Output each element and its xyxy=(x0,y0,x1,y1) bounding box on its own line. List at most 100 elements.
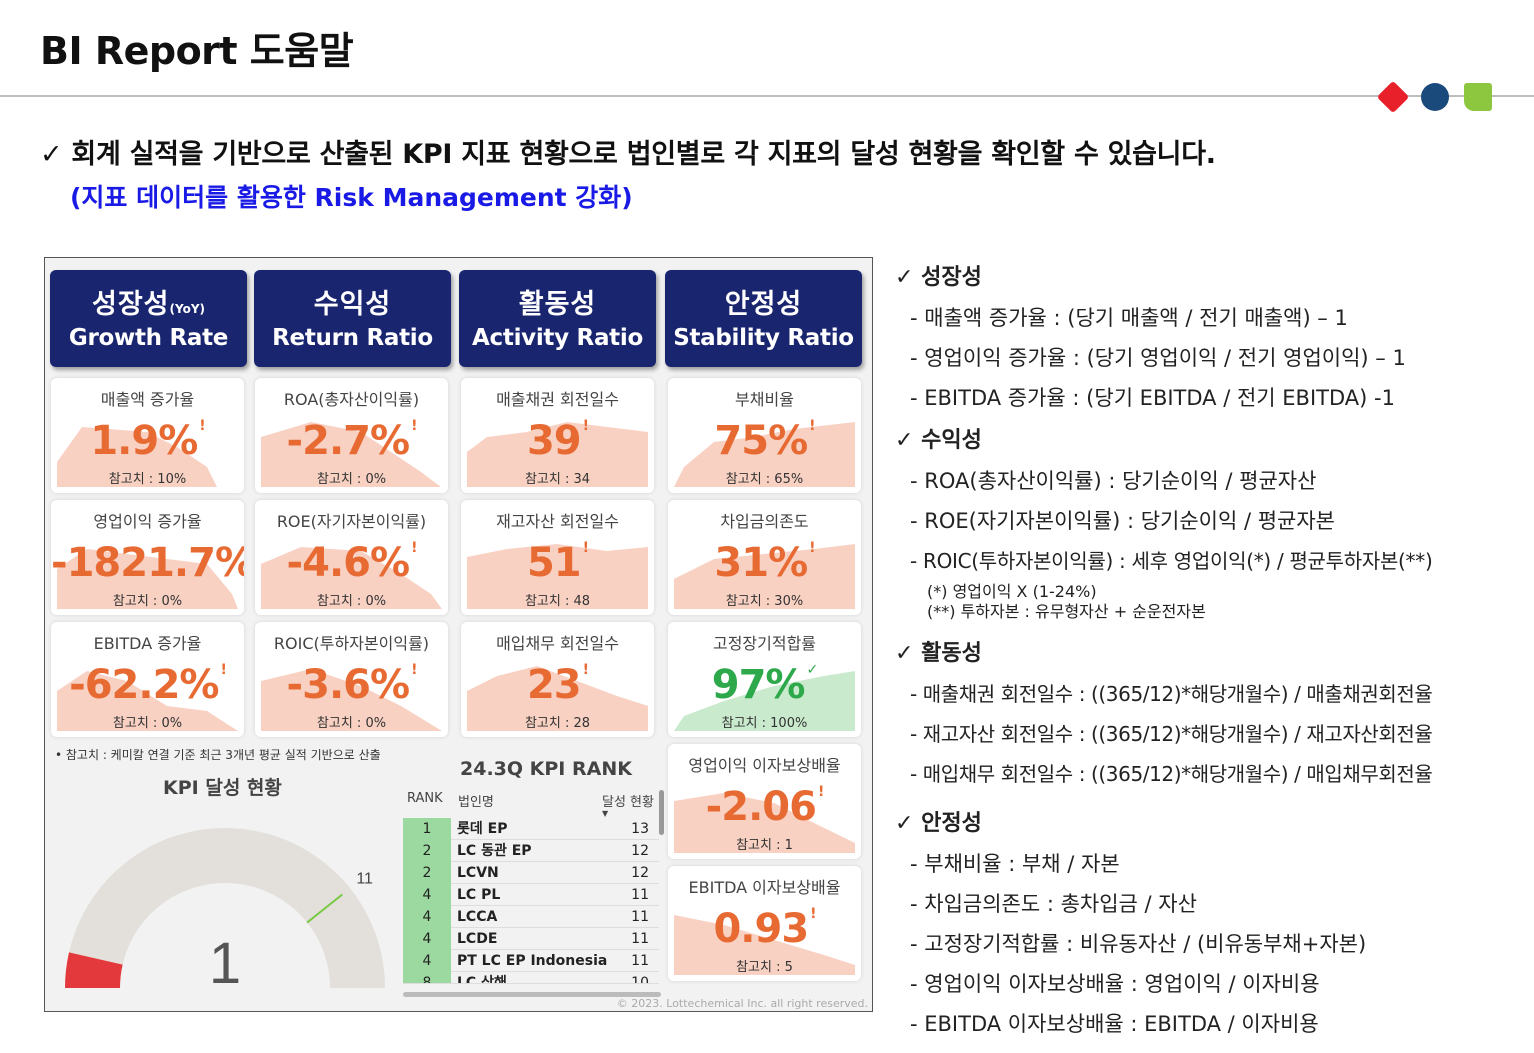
kpi-card[interactable]: 재고자산 회전일수 51! 참고치 : 48 xyxy=(461,500,654,615)
rank-entity-name: LCVN xyxy=(457,865,499,881)
alert-icon: ! xyxy=(411,540,417,556)
header-return[interactable]: 수익성 Return Ratio xyxy=(254,270,451,367)
kpi-card[interactable]: EBITDA 증가율 -62.2%! 참고치 : 0% xyxy=(51,622,244,737)
rank-count: 12 xyxy=(631,843,649,859)
rank-entity-name: LCCA xyxy=(457,909,498,925)
growth-item: - 매출액 증가율 : (당기 매출액 / 전기 매출액) – 1 xyxy=(910,306,1348,330)
kpi-card-title: 매출채권 회전일수 xyxy=(496,390,619,409)
alert-icon: ! xyxy=(817,784,824,800)
kpi-card-reference: 참고치 : 5 xyxy=(736,960,793,975)
kpi-card-reference: 참고치 : 48 xyxy=(524,594,591,609)
kpi-card-title: EBITDA 이자보상배율 xyxy=(688,878,841,897)
rank-count: 11 xyxy=(631,887,649,903)
kpi-card-title: ROA(총자산이익률) xyxy=(283,390,420,409)
kpi-card-value: -2.06 xyxy=(705,784,817,830)
return-item: - ROE(자기자본이익률) : 당기순이익 / 평균자본 xyxy=(910,509,1335,533)
rank-row[interactable]: 2 LC 동관 EP 12 xyxy=(403,840,659,862)
kpi-card[interactable]: ROA(총자산이익률) -2.7%! 참고치 : 0% xyxy=(255,378,448,493)
rank-row[interactable]: 4 PT LC EP Indonesia 11 xyxy=(403,950,659,972)
rank-count: 12 xyxy=(631,865,649,881)
alert-icon: ! xyxy=(809,418,815,434)
sort-arrow-icon: ▼ xyxy=(602,809,609,818)
header-kr: 수익성 xyxy=(313,289,392,320)
kpi-card-reference: 참고치 : 30% xyxy=(725,594,804,609)
rank-count: 13 xyxy=(631,821,649,837)
return-footnote: (**) 투하자본 : 유무형자산 + 순운전자본 xyxy=(927,602,1206,621)
kpi-card[interactable]: ROE(자기자본이익률) -4.6%! 참고치 : 0% xyxy=(255,500,448,615)
activity-item: - 재고자산 회전일수 : ((365/12)*해당개월수) / 재고자산회전율 xyxy=(910,722,1433,746)
header-kr: 성장성 xyxy=(91,289,170,320)
kpi-card-value: 31% xyxy=(714,540,808,586)
kpi-card[interactable]: 고정장기적합률 97% ✓ 참고치 : 100% xyxy=(668,622,861,737)
rank-count: 11 xyxy=(631,909,649,925)
kpi-card-reference: 참고치 : 1 xyxy=(736,838,793,853)
return-heading: ✓ 수익성 xyxy=(895,428,982,453)
kpi-card[interactable]: 영업이익 증가율-1821.7%!참고치 : 0% xyxy=(51,500,244,615)
kpi-card-value: 23 xyxy=(526,662,582,708)
stability-item: - 영업이익 이자보상배율 : 영업이익 / 이자비용 xyxy=(910,972,1320,996)
kpi-card-title: 매입채무 회전일수 xyxy=(496,634,619,653)
header-tag: (YoY) xyxy=(169,302,206,316)
header-activity[interactable]: 활동성 Activity Ratio xyxy=(459,270,656,367)
kpi-card-reference: 참고치 : 0% xyxy=(316,472,387,487)
rank-row[interactable]: 4 LCCA 11 xyxy=(403,906,659,928)
rank-entity-name: LC 상해 xyxy=(457,975,507,984)
kpi-card[interactable]: EBITDA 이자보상배율 0.93! 참고치 : 5 xyxy=(668,866,861,981)
kpi-card-value: -62.2% xyxy=(69,662,219,708)
kpi-card[interactable]: 매출액 증가율 1.9%! 참고치 : 10% xyxy=(51,378,244,493)
kpi-card[interactable]: 부채비율 75%! 참고치 : 65% xyxy=(668,378,861,493)
reference-note: • 참고치 : 케미칼 연결 기준 최근 3개년 평균 실적 기반으로 산출 xyxy=(55,748,381,762)
rank-entity-name: LCDE xyxy=(457,931,498,947)
rank-row[interactable]: 2 LCVN 12 xyxy=(403,862,659,884)
kpi-card-title: 차입금의존도 xyxy=(720,512,809,531)
gauge-title: KPI 달성 현황 xyxy=(163,777,282,799)
rank-row[interactable]: 8 LC 상해 10 xyxy=(403,972,659,984)
kpi-card[interactable]: 차입금의존도 31%! 참고치 : 30% xyxy=(668,500,861,615)
kpi-card[interactable]: ROIC(투하자본이익률) -3.6%! 참고치 : 0% xyxy=(255,622,448,737)
activity-item: - 매출채권 회전일수 : ((365/12)*해당개월수) / 매출채권회전율 xyxy=(910,682,1433,706)
stability-heading: ✓ 안정성 xyxy=(895,811,982,836)
copyright: © 2023. Lottechemical Inc. all right res… xyxy=(616,997,868,1010)
alert-icon: ! xyxy=(582,540,589,556)
rank-number: 4 xyxy=(403,884,451,906)
stability-item: - 고정장기적합률 : 비유동자산 / (비유동부채+자본) xyxy=(910,932,1367,956)
kpi-card-value: 0.93 xyxy=(713,906,809,952)
rank-col-rank[interactable]: RANK xyxy=(407,791,443,806)
vertical-scrollbar[interactable] xyxy=(659,790,664,835)
kpi-gauge: 11 1 xyxy=(65,828,385,996)
rank-col-count[interactable]: 달성 현황 xyxy=(602,791,660,810)
rank-title: 24.3Q KPI RANK xyxy=(460,758,632,780)
kpi-card[interactable]: 매입채무 회전일수 23! 참고치 : 28 xyxy=(461,622,654,737)
alert-icon: ! xyxy=(199,418,205,434)
kpi-card-reference: 참고치 : 28 xyxy=(524,716,591,731)
header-kr: 활동성 xyxy=(518,289,597,320)
intro-subtext: (지표 데이터를 활용한 Risk Management 강화) xyxy=(70,183,633,212)
rank-row[interactable]: 4 LC PL 11 xyxy=(403,884,659,906)
rank-number: 1 xyxy=(403,818,451,840)
stability-item: - 차입금의존도 : 총차입금 / 자산 xyxy=(910,892,1197,916)
check-icon: ✓ xyxy=(806,662,819,678)
rank-row[interactable]: 1 롯데 EP 13 xyxy=(403,818,659,840)
kpi-card-reference: 참고치 : 34 xyxy=(524,472,591,487)
blue-dot-icon xyxy=(1421,83,1449,111)
header-growth[interactable]: 성장성(YoY) Growth Rate xyxy=(50,270,247,367)
rank-row[interactable]: 4 LCDE 11 xyxy=(403,928,659,950)
title-rule xyxy=(0,95,1534,97)
kpi-card-value: -3.6% xyxy=(286,662,411,708)
rank-col-name[interactable]: 법인명 xyxy=(458,791,494,810)
gauge-value: 1 xyxy=(209,931,241,996)
kpi-card-title: 부채비율 xyxy=(735,390,794,409)
header-en: Growth Rate xyxy=(68,325,229,351)
return-item: - ROIC(투하자본이익률) : 세후 영업이익(*) / 평균투하자본(**… xyxy=(910,549,1433,573)
kpi-card-title: 재고자산 회전일수 xyxy=(496,512,619,531)
return-item: - ROA(총자산이익률) : 당기순이익 / 평균자산 xyxy=(910,469,1317,493)
kpi-card[interactable]: 매출채권 회전일수 39! 참고치 : 34 xyxy=(461,378,654,493)
alert-icon: ! xyxy=(220,662,226,678)
kpi-card[interactable]: 영업이익 이자보상배율 -2.06! 참고치 : 1 xyxy=(668,744,861,859)
rank-number: 4 xyxy=(403,950,451,972)
rank-entity-name: LC 동관 EP xyxy=(457,843,532,859)
header-stability[interactable]: 안정성 Stability Ratio xyxy=(665,270,862,367)
kpi-card-title: EBITDA 증가율 xyxy=(93,634,202,653)
kpi-card-title: 영업이익 증가율 xyxy=(93,512,202,531)
green-dot-icon xyxy=(1464,83,1492,111)
